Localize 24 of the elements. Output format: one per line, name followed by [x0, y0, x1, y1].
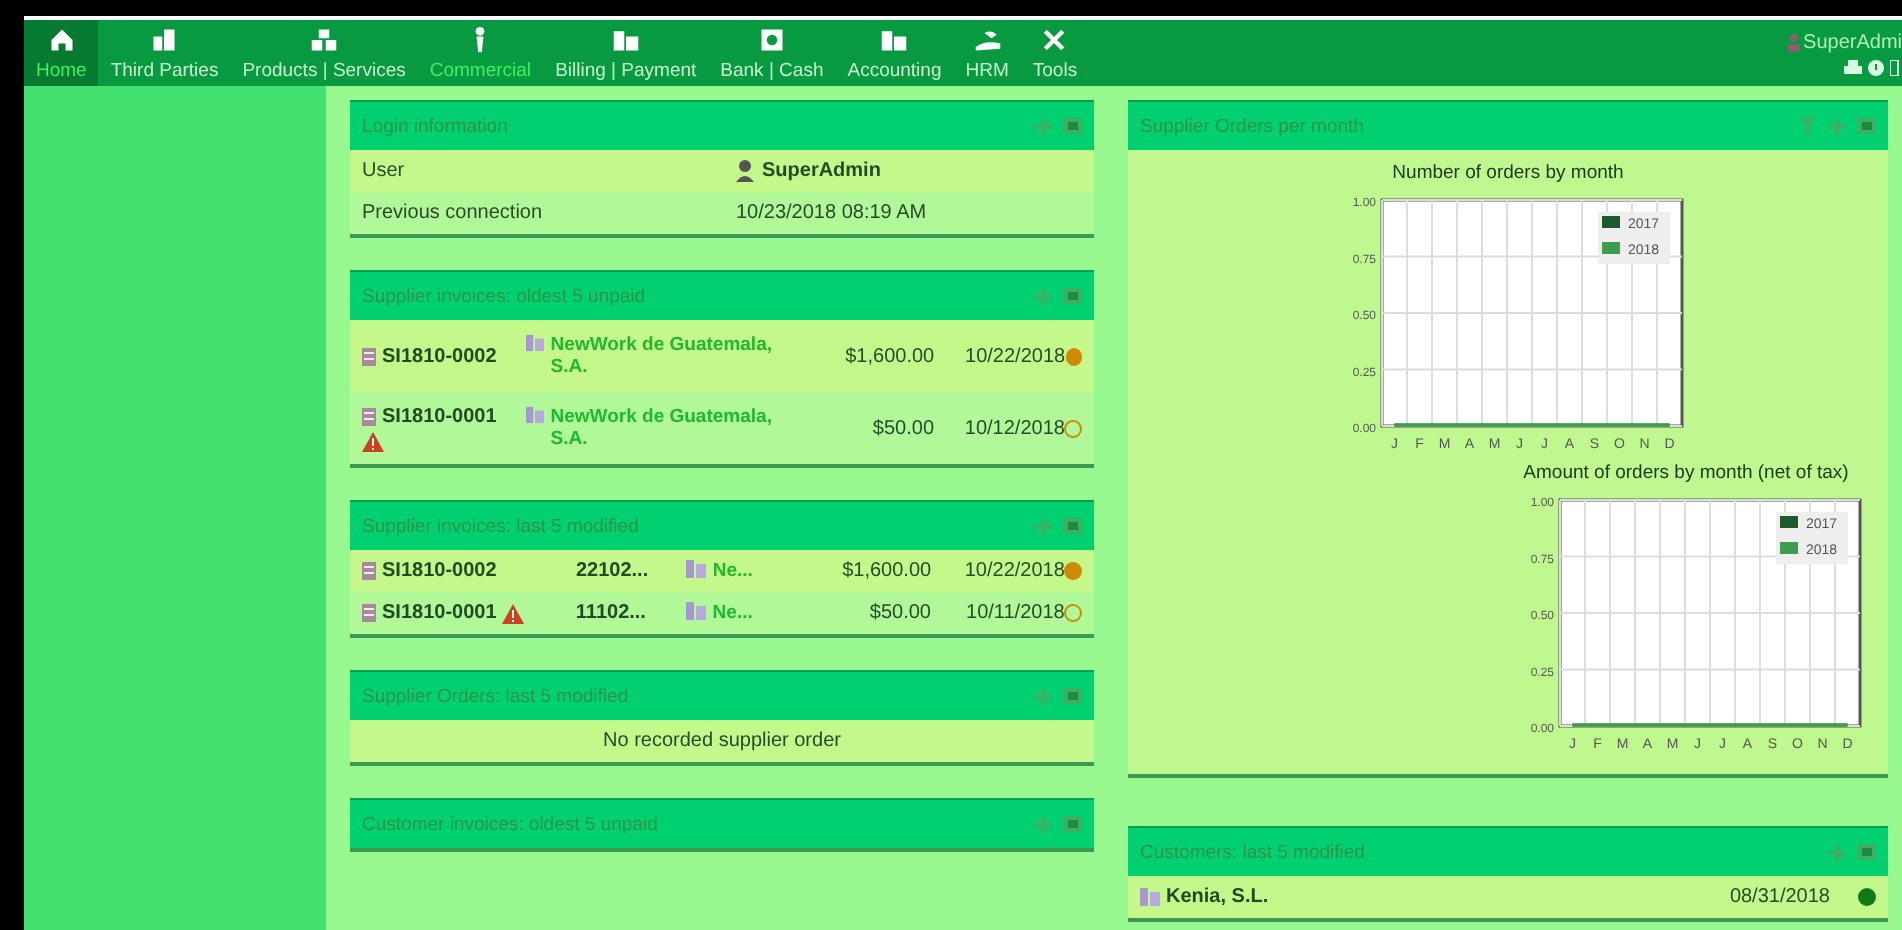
field-value: 10/23/2018 08:19 AM: [736, 202, 927, 224]
date: 10/22/2018: [963, 345, 1066, 367]
amount: $50.00: [870, 417, 935, 439]
panel-title: Supplier Orders: last 5 modified: [362, 685, 629, 707]
panel-title: Customers: last 5 modified: [1140, 841, 1365, 863]
date: 10/11/2018: [964, 602, 1065, 624]
chart-title: Amount of orders by month (net of tax): [1523, 462, 1849, 484]
date: 10/22/2018: [962, 560, 1065, 582]
amount: $1,600.00: [843, 345, 935, 367]
supplier-ref: 22102...: [575, 560, 651, 582]
panel-title: Supplier invoices: oldest 5 unpaid: [362, 285, 646, 307]
panel-title: Login information: [362, 115, 508, 137]
field-label: User: [362, 160, 407, 182]
date: 10/12/2018: [962, 417, 1065, 439]
panel-title: Supplier invoices: last 5 modified: [362, 515, 639, 537]
amount: $50.00: [867, 602, 931, 624]
empty-message: No recorded supplier order: [603, 730, 841, 752]
supplier-ref: 11102...: [575, 602, 648, 624]
date: 08/31/2018: [1727, 886, 1830, 908]
panel-title: Customer invoices: oldest 5 unpaid: [362, 813, 658, 835]
chart-title: Number of orders by month: [1392, 162, 1624, 184]
field-label: Previous connection: [362, 202, 545, 224]
amount: $1,600.00: [840, 560, 932, 582]
panel-title: Supplier Orders per month: [1140, 115, 1364, 137]
